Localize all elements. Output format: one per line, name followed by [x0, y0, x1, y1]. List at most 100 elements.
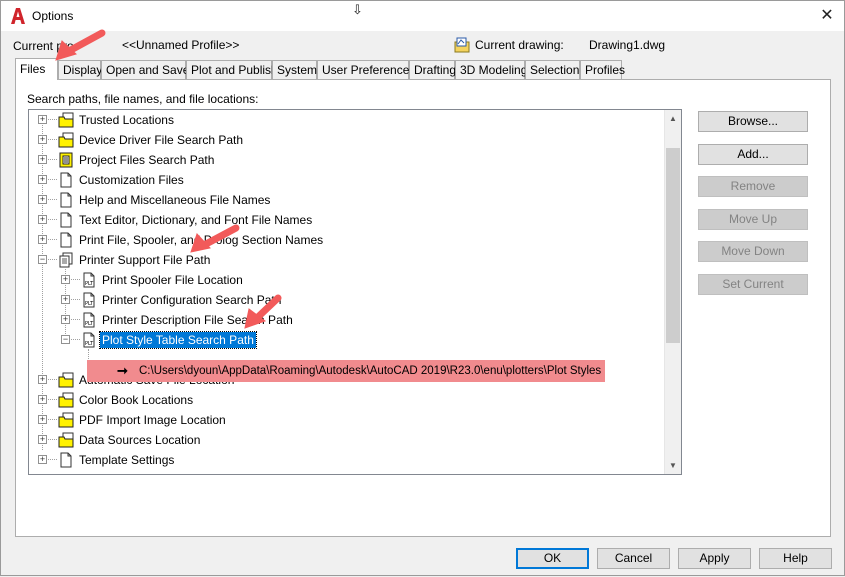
document-icon	[58, 212, 74, 228]
tree-item-label[interactable]: Template Settings	[77, 453, 176, 467]
tree-item-print-file-names[interactable]: + Print File, Spooler, and Prolog Section…	[29, 230, 665, 250]
close-button[interactable]: ✕	[816, 6, 838, 26]
folder-icon	[58, 432, 74, 448]
expand-icon[interactable]: +	[61, 315, 70, 324]
scroll-up-icon[interactable]: ▲	[665, 110, 681, 127]
tree-item-label[interactable]: Text Editor, Dictionary, and Font File N…	[77, 213, 314, 227]
tree-item-plot-style-table-path[interactable]: − PLT Plot Style Table Search Path	[29, 330, 665, 350]
svg-text:PLT: PLT	[85, 301, 94, 307]
expand-icon[interactable]: +	[38, 435, 47, 444]
tree-connector	[48, 239, 57, 240]
tree-item-label[interactable]: Trusted Locations	[77, 113, 176, 127]
tree-item-label[interactable]: Help and Miscellaneous File Names	[77, 193, 272, 207]
tree-connector	[48, 199, 57, 200]
tree-connector	[71, 279, 80, 280]
tab-drafting[interactable]: Drafting	[409, 60, 456, 79]
expand-icon[interactable]: +	[61, 275, 70, 284]
apply-button[interactable]: Apply	[678, 548, 751, 569]
tab-open-and-save[interactable]: Open and Save	[101, 60, 189, 79]
tree-item-label[interactable]: Printer Support File Path	[77, 253, 212, 267]
tab-selection[interactable]: Selection	[525, 60, 580, 79]
files-tab-panel: Search paths, file names, and file locat…	[15, 79, 831, 537]
browse-button[interactable]: Browse...	[698, 111, 808, 132]
folder-icon	[58, 112, 74, 128]
tree-item-project-files-path[interactable]: + Project Files Search Path	[29, 150, 665, 170]
tree-item-label[interactable]: Color Book Locations	[77, 393, 195, 407]
cancel-button[interactable]: Cancel	[597, 548, 670, 569]
set-current-button[interactable]: Set Current	[698, 274, 808, 295]
plt-file-icon: PLT	[81, 332, 97, 348]
tree-item-template-settings[interactable]: + Template Settings	[29, 450, 665, 470]
expand-icon[interactable]: +	[38, 135, 47, 144]
move-up-button[interactable]: Move Up	[698, 209, 808, 230]
document-icon	[58, 232, 74, 248]
move-down-button[interactable]: Move Down	[698, 241, 808, 262]
ok-button[interactable]: OK	[516, 548, 589, 569]
tree-item-label[interactable]: Plot Style Table Search Path	[99, 331, 257, 349]
expand-icon[interactable]: +	[38, 215, 47, 224]
scroll-thumb[interactable]	[666, 148, 680, 343]
tab-system[interactable]: System	[272, 60, 317, 79]
tree-item-customization-files[interactable]: + Customization Files	[29, 170, 665, 190]
tree-item-printer-support-path[interactable]: − Printer Support File Path	[29, 250, 665, 270]
expand-icon[interactable]: +	[38, 175, 47, 184]
tree-item-device-driver-path[interactable]: + Device Driver File Search Path	[29, 130, 665, 150]
expand-icon[interactable]: +	[38, 395, 47, 404]
expand-icon[interactable]: +	[38, 415, 47, 424]
expand-icon[interactable]: +	[38, 195, 47, 204]
collapse-icon[interactable]: −	[38, 255, 47, 264]
tree-item-label[interactable]: Print File, Spooler, and Prolog Section …	[77, 233, 325, 247]
tab-profiles[interactable]: Profiles	[580, 60, 625, 79]
document-icon	[58, 192, 74, 208]
tree-item-label[interactable]: Printer Description File Search Path	[100, 313, 295, 327]
tree-connector	[48, 259, 57, 260]
tree-item-print-spooler-location[interactable]: + PLT Print Spooler File Location	[29, 270, 665, 290]
help-button[interactable]: Help	[759, 548, 832, 569]
tree-vertical-scrollbar[interactable]: ▲ ▼	[664, 110, 681, 474]
tree-item-label[interactable]: PDF Import Image Location	[77, 413, 228, 427]
mouse-cursor-icon: ⇩	[352, 2, 363, 17]
tree-item-label[interactable]: Project Files Search Path	[77, 153, 216, 167]
tree-item-pdf-import-location[interactable]: + PDF Import Image Location	[29, 410, 665, 430]
remove-button[interactable]: Remove	[698, 176, 808, 197]
scroll-down-icon[interactable]: ▼	[665, 457, 681, 474]
tab-files[interactable]: Files	[15, 58, 58, 80]
tree-item-label[interactable]: Printer Configuration Search Path	[100, 293, 283, 307]
tree-item-label[interactable]: Data Sources Location	[77, 433, 202, 447]
tab-3d-modeling[interactable]: 3D Modeling	[455, 60, 527, 79]
plot-styles-path-item[interactable]: ➞ C:\Users\dyoun\AppData\Roaming\Autodes…	[87, 360, 605, 382]
tree-item-printer-description-path[interactable]: + PLT Printer Description File Search Path	[29, 310, 665, 330]
tab-display[interactable]: Display	[58, 60, 102, 79]
folder-icon	[58, 412, 74, 428]
tree-item-help-misc-files[interactable]: + Help and Miscellaneous File Names	[29, 190, 665, 210]
project-icon	[58, 152, 74, 168]
tab-plot-and-publish[interactable]: Plot and Publish	[186, 60, 278, 79]
tree-item-label[interactable]: Customization Files	[77, 173, 186, 187]
tree-item-data-sources-location[interactable]: + Data Sources Location	[29, 430, 665, 450]
tree-connector	[48, 419, 57, 420]
expand-icon[interactable]: +	[38, 375, 47, 384]
current-drawing-value: Drawing1.dwg	[589, 38, 666, 52]
plt-file-icon: PLT	[81, 292, 97, 308]
tree-connector	[48, 119, 57, 120]
current-drawing-label: Current drawing:	[475, 38, 564, 52]
expand-icon[interactable]: +	[38, 155, 47, 164]
tree-connector	[48, 139, 57, 140]
tree-item-printer-config-path[interactable]: + PLT Printer Configuration Search Path	[29, 290, 665, 310]
folder-icon	[58, 392, 74, 408]
expand-icon[interactable]: +	[38, 235, 47, 244]
expand-icon[interactable]: +	[38, 455, 47, 464]
add-button[interactable]: Add...	[698, 144, 808, 165]
tree-item-color-book-locations[interactable]: + Color Book Locations	[29, 390, 665, 410]
svg-text:PLT: PLT	[85, 281, 94, 287]
tree-item-text-editor-files[interactable]: + Text Editor, Dictionary, and Font File …	[29, 210, 665, 230]
collapse-icon[interactable]: −	[61, 335, 70, 344]
tree-item-trusted-locations[interactable]: + Trusted Locations	[29, 110, 665, 130]
tree-item-label[interactable]: Device Driver File Search Path	[77, 133, 245, 147]
window-title: Options	[32, 9, 74, 23]
expand-icon[interactable]: +	[38, 115, 47, 124]
search-paths-tree[interactable]: + Trusted Locations + Device Driver File Se…	[28, 109, 682, 475]
tab-user-preferences[interactable]: User Preferences	[317, 60, 415, 79]
expand-icon[interactable]: +	[61, 295, 70, 304]
tree-item-label[interactable]: Print Spooler File Location	[100, 273, 245, 287]
